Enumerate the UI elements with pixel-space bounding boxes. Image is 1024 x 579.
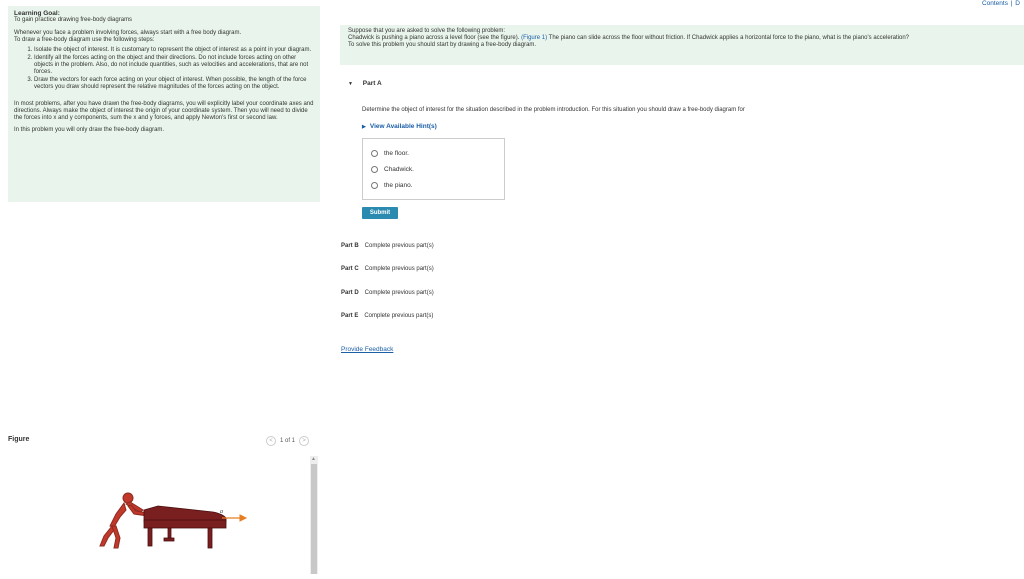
part-b-row: Part B Complete previous part(s) xyxy=(341,243,434,249)
learning-goal-title: Learning Goal: xyxy=(14,10,60,17)
part-a-label: Part A xyxy=(362,80,382,87)
choice-label: the floor. xyxy=(384,150,409,157)
problem-line-3: To solve this problem you should start b… xyxy=(348,42,537,48)
part-status: Complete previous part(s) xyxy=(364,313,434,319)
problem-line-2: Chadwick is pushing a piano across a lev… xyxy=(348,35,1016,42)
part-label: Part E xyxy=(341,313,359,319)
problem-line-1: Suppose that you are asked to solve the … xyxy=(348,28,506,34)
radio-button[interactable] xyxy=(371,182,378,189)
top-links: Contents | D xyxy=(981,0,1020,7)
choice-label: the piano. xyxy=(384,182,413,189)
choice-piano[interactable]: the piano. xyxy=(371,182,413,189)
radio-button[interactable] xyxy=(371,166,378,173)
provide-feedback-link[interactable]: Provide Feedback xyxy=(341,346,393,353)
prev-figure-button[interactable]: < xyxy=(266,436,276,446)
part-status: Complete previous part(s) xyxy=(364,290,434,296)
scroll-up-icon[interactable]: ▲ xyxy=(311,456,316,462)
scroll-thumb[interactable] xyxy=(311,464,317,574)
step-item: Draw the vectors for each force acting o… xyxy=(34,77,314,91)
part-a-header[interactable]: ▼ Part A xyxy=(348,80,382,87)
intro-line-2: To draw a free-body diagram use the foll… xyxy=(14,37,155,43)
link-divider: | xyxy=(1010,0,1013,7)
step-item: Isolate the object of interest. It is cu… xyxy=(34,47,314,54)
figure-1-link[interactable]: (Figure 1) xyxy=(521,35,547,41)
part-e-row: Part E Complete previous part(s) xyxy=(341,313,433,319)
figure-image: a xyxy=(8,456,308,574)
figure-scrollbar[interactable]: ▲ xyxy=(310,456,318,574)
problem-line-2a: Chadwick is pushing a piano across a lev… xyxy=(348,35,522,41)
pager-text: 1 of 1 xyxy=(280,438,296,444)
chadwick-figure xyxy=(99,492,149,549)
d-link[interactable]: D xyxy=(1015,0,1020,7)
part-d-row: Part D Complete previous part(s) xyxy=(341,290,434,296)
choice-chadwick[interactable]: Chadwick. xyxy=(371,166,414,173)
paragraph-1: In most problems, after you have drawn t… xyxy=(14,101,314,121)
step-item: Identify all the forces acting on the ob… xyxy=(34,55,314,76)
part-status: Complete previous part(s) xyxy=(364,243,434,249)
submit-button[interactable]: Submit xyxy=(362,207,398,219)
acceleration-label: a xyxy=(220,509,223,515)
piano-figure-svg: a xyxy=(99,492,248,549)
problem-line-2b: The piano can slide across the floor wit… xyxy=(547,35,910,41)
figure-pager: < 1 of 1 > xyxy=(266,436,310,446)
part-status: Complete previous part(s) xyxy=(364,266,434,272)
learning-goal-subtitle: To gain practice drawing free-body diagr… xyxy=(14,17,133,23)
radio-button[interactable] xyxy=(371,150,378,157)
hint-triangle-icon: ▶ xyxy=(362,124,366,130)
part-c-row: Part C Complete previous part(s) xyxy=(341,266,434,272)
next-figure-button[interactable]: > xyxy=(299,436,310,446)
part-label: Part D xyxy=(341,290,359,296)
figure-label: Figure xyxy=(8,436,30,443)
collapse-triangle-icon[interactable]: ▼ xyxy=(348,81,353,87)
piano-figure xyxy=(143,505,227,549)
intro-line-1: Whenever you face a problem involving fo… xyxy=(14,30,242,36)
contents-link[interactable]: Contents xyxy=(982,0,1008,7)
figure-header: Figure < 1 of 1 > xyxy=(8,436,320,448)
choice-floor[interactable]: the floor. xyxy=(371,150,409,157)
steps-list: Isolate the object of interest. It is cu… xyxy=(14,47,314,91)
problem-panel: Suppose that you are asked to solve the … xyxy=(340,25,1024,65)
part-a-question: Determine the object of interest for the… xyxy=(362,107,745,113)
answer-choices: the floor. Chadwick. the piano. xyxy=(362,138,505,200)
learning-goal-panel: Learning Goal: To gain practice drawing … xyxy=(8,6,320,202)
part-label: Part B xyxy=(341,243,359,249)
choice-label: Chadwick. xyxy=(384,166,414,173)
view-hints-link[interactable]: ▶ View Available Hint(s) xyxy=(362,123,437,130)
view-hints-label: View Available Hint(s) xyxy=(369,123,437,130)
part-label: Part C xyxy=(341,266,359,272)
paragraph-2: In this problem you will only draw the f… xyxy=(14,127,165,133)
